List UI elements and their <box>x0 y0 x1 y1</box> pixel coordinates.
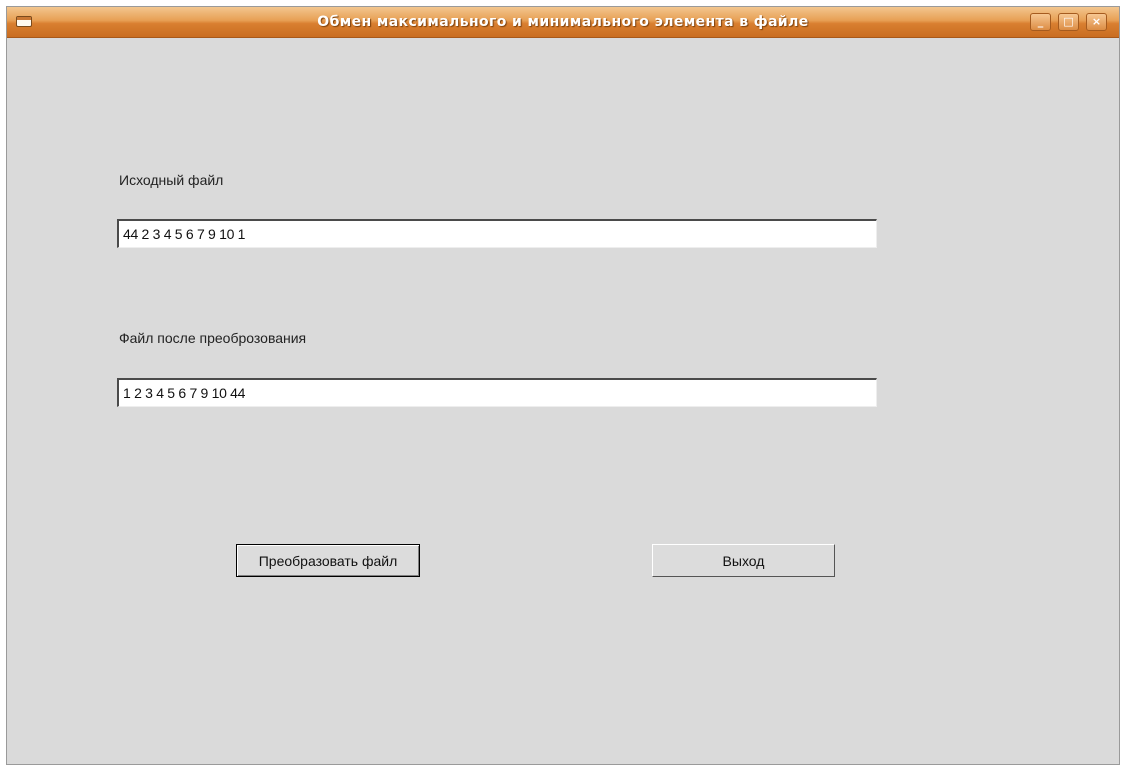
minimize-icon: _ <box>1037 15 1044 28</box>
close-button[interactable]: × <box>1086 13 1107 31</box>
result-file-field[interactable] <box>117 378 877 407</box>
close-icon: × <box>1091 15 1102 28</box>
source-file-field[interactable] <box>117 219 877 248</box>
convert-file-button[interactable]: Преобразовать файл <box>236 544 420 577</box>
source-file-label: Исходный файл <box>119 172 224 188</box>
maximize-icon: □ <box>1063 15 1074 28</box>
maximize-button[interactable]: □ <box>1058 13 1079 31</box>
result-file-label: Файл после преоброзования <box>119 330 307 346</box>
title-bar[interactable]: Обмен максимального и минимального элеме… <box>7 7 1119 38</box>
exit-button[interactable]: Выход <box>652 544 835 577</box>
window-title: Обмен максимального и минимального элеме… <box>317 14 809 30</box>
main-window: Обмен максимального и минимального элеме… <box>6 6 1120 765</box>
minimize-button[interactable]: _ <box>1030 13 1051 31</box>
